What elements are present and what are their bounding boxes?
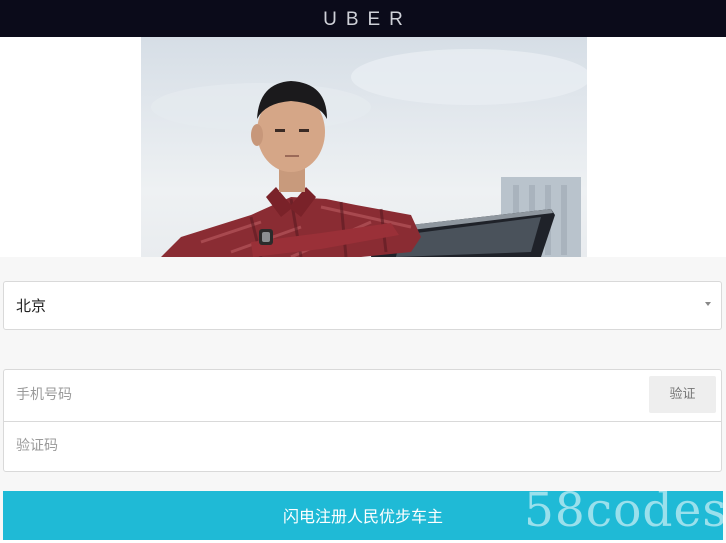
register-button[interactable]: 闪电注册人民优步车主 bbox=[3, 491, 723, 540]
phone-placeholder: 手机号码 bbox=[16, 387, 72, 403]
verify-button[interactable]: 验证 bbox=[649, 376, 716, 413]
phone-verification-group: 手机号码 验证 验证码 bbox=[3, 369, 722, 472]
verification-code-input[interactable]: 验证码 bbox=[4, 421, 721, 471]
dropdown-caret-icon bbox=[705, 302, 711, 306]
registration-form: 北京 手机号码 验证 验证码 闪电注册人民优步车主 bbox=[0, 257, 726, 540]
driver-photo-illustration bbox=[151, 49, 587, 257]
uber-logo: UBER bbox=[323, 9, 412, 30]
code-placeholder: 验证码 bbox=[16, 438, 58, 454]
phone-input[interactable]: 手机号码 验证 bbox=[4, 370, 721, 422]
city-select[interactable]: 北京 bbox=[3, 281, 722, 330]
city-value: 北京 bbox=[16, 297, 47, 315]
top-bar: UBER bbox=[0, 0, 726, 37]
hero-image bbox=[141, 37, 587, 257]
hero-section bbox=[0, 37, 726, 257]
